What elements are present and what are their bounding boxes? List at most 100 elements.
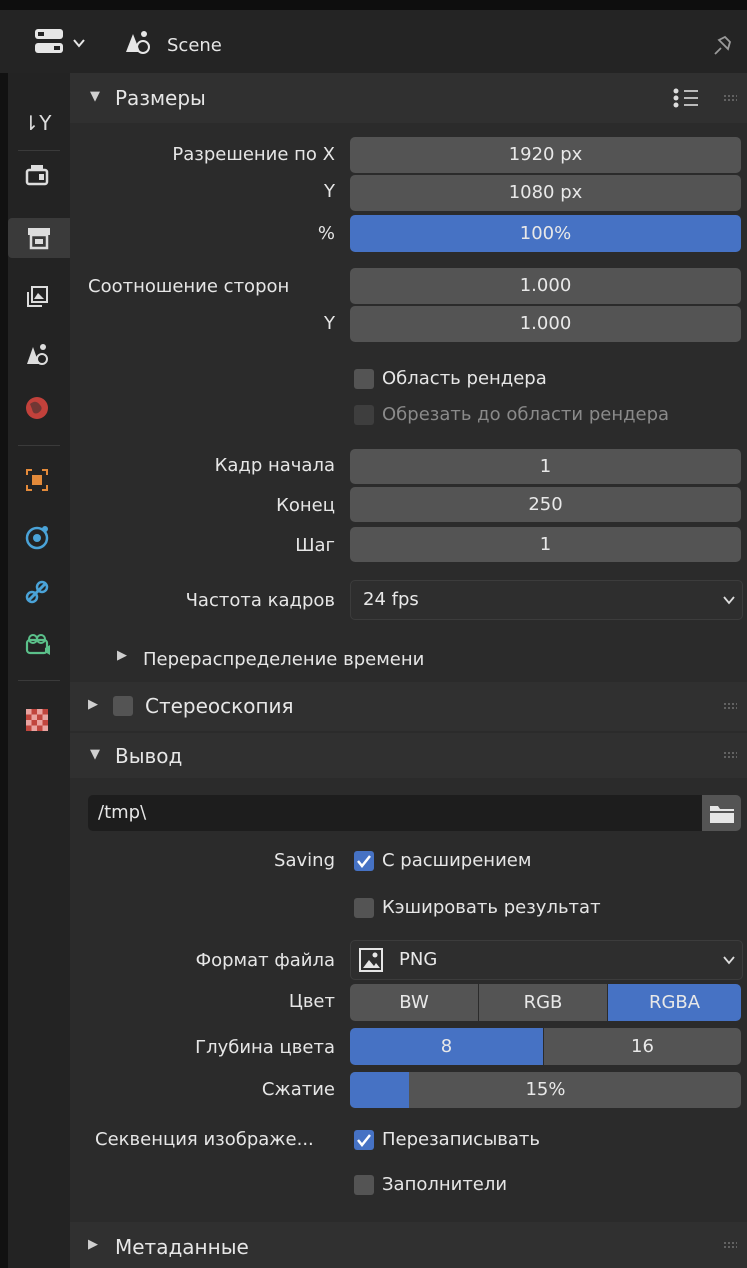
panel-title: Стереоскопия [145,694,294,718]
res-x-value: 1920 px [508,144,583,165]
cache-result-checkbox[interactable] [354,898,374,918]
drag-handle-icon[interactable] [723,1241,737,1249]
constraints-icon[interactable] [22,577,52,607]
placeholders-checkbox[interactable] [354,1175,374,1195]
world-icon[interactable] [22,393,52,423]
aspect-y-label: Y [324,313,335,334]
res-percent-label: % [317,223,335,244]
res-x-label: Разрешение по X [172,144,335,165]
panel-header-metadata[interactable]: ▶ Метаданные [70,1222,747,1268]
expanded-triangle-icon: ▼ [90,747,100,762]
file-format-value: PNG [399,949,438,970]
frame-step-label: Шаг [295,535,335,556]
frame-start-value: 1 [539,456,552,477]
output-path-field[interactable]: /tmp\ [88,795,702,831]
texture-icon[interactable] [22,705,52,735]
file-format-label: Формат файла [195,950,335,971]
frame-end-field[interactable]: 250 [350,487,741,522]
color-rgb-button[interactable]: RGB [479,984,607,1021]
saving-label: Saving [274,850,335,871]
color-depth-label: Глубина цвета [195,1037,335,1058]
properties-editor-icon [35,29,63,53]
panel-title: Метаданные [115,1235,249,1259]
res-x-field[interactable]: 1920 px [350,137,741,173]
tool-icon[interactable]: ⇂Y [22,108,52,138]
folder-browse-button[interactable] [702,795,741,831]
res-y-value: 1080 px [508,182,583,203]
compression-slider[interactable]: 15% [350,1072,741,1108]
scene-icon [126,31,150,54]
chevron-down-icon [723,956,735,965]
output-path-value: /tmp\ [98,802,147,823]
editor-type-button[interactable] [32,24,92,58]
image-sequence-label: Секвенция изображе... [95,1129,314,1150]
drag-handle-icon[interactable] [723,702,737,710]
view-layer-icon[interactable] [22,282,52,312]
render-icon[interactable] [22,160,52,190]
render-region-label: Область рендера [382,368,547,389]
output-icon[interactable] [8,218,70,258]
frame-start-label: Кадр начала [214,455,335,476]
scene-icon[interactable] [22,340,52,370]
frame-step-value: 1 [539,534,552,555]
editor-header: Scene [0,10,747,73]
color-rgba-button[interactable]: RGBA [608,984,741,1021]
placeholders-label: Заполнители [382,1174,508,1195]
file-format-dropdown[interactable]: PNG [350,940,743,980]
chevron-down-icon [73,39,85,48]
top-border [0,0,747,10]
crop-region-checkbox[interactable] [354,405,374,425]
aspect-label: Соотношение сторон [88,276,290,297]
collapsed-triangle-icon: ▶ [117,648,127,663]
scene-name: Scene [167,35,222,56]
image-file-icon [359,948,383,972]
panel-header-stereoscopy[interactable]: ▶ Стереоскопия [70,682,747,731]
fps-dropdown[interactable]: 24 fps [350,580,743,620]
presets-icon[interactable] [672,87,700,109]
color-bw-button[interactable]: BW [350,984,478,1021]
tab-separator [18,445,60,446]
cache-result-label: Кэшировать результат [382,897,601,918]
frame-start-field[interactable]: 1 [350,449,741,484]
object-data-icon[interactable] [22,632,52,662]
overwrite-label: Перезаписывать [382,1129,541,1150]
aspect-y-field[interactable]: 1.000 [350,306,741,342]
fps-label: Частота кадров [185,590,335,611]
panel-header-dimensions[interactable]: ▼ Размеры [70,73,747,123]
expanded-triangle-icon: ▼ [90,89,100,104]
panel-header-output[interactable]: ▼ Вывод [70,733,747,778]
physics-icon[interactable] [22,522,52,552]
color-mode-label: Цвет [288,991,335,1012]
properties-editor: Scene ⇂Y ▼ Размеры Разрешение по X 1920 … [0,0,747,1268]
pin-icon[interactable] [708,30,738,60]
render-region-checkbox[interactable] [354,369,374,389]
drag-handle-icon[interactable] [723,751,737,759]
stereoscopy-checkbox[interactable] [113,696,133,716]
compression-value: 15% [525,1079,566,1100]
file-extension-checkbox[interactable] [354,851,374,871]
time-remap-label: Перераспределение времени [143,649,425,670]
depth-16-label: 16 [631,1036,654,1057]
chevron-down-icon [723,596,735,605]
crop-region-label: Обрезать до области рендера [382,404,670,425]
file-extension-label: С расширением [382,850,532,871]
object-icon[interactable] [22,465,52,495]
res-percent-field[interactable]: 100% [350,215,741,252]
subpanel-time-remapping[interactable]: ▶ Перераспределение времени [110,645,510,675]
drag-handle-icon[interactable] [723,94,737,102]
tab-separator [18,680,60,681]
res-y-label: Y [324,181,335,202]
fps-value: 24 fps [363,589,419,610]
depth-8-button[interactable]: 8 [350,1028,543,1065]
frame-end-value: 250 [528,494,563,515]
checkmark-icon [357,1134,371,1148]
aspect-x-field[interactable]: 1.000 [350,268,741,304]
depth-16-button[interactable]: 16 [544,1028,741,1065]
frame-end-label: Конец [276,495,335,516]
panel-title: Размеры [115,86,206,110]
res-y-field[interactable]: 1080 px [350,175,741,211]
color-rgba-label: RGBA [648,992,701,1013]
frame-step-field[interactable]: 1 [350,527,741,562]
compression-label: Сжатие [261,1079,335,1100]
overwrite-checkbox[interactable] [354,1130,374,1150]
